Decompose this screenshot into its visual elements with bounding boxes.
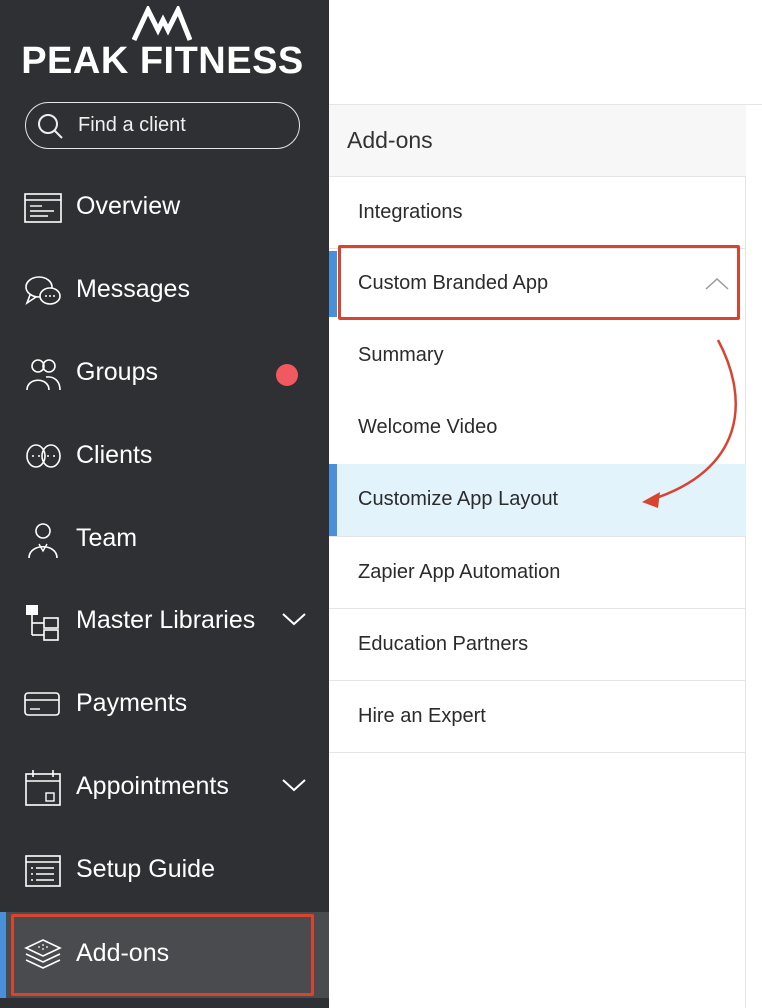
submenu-item-label: Hire an Expert — [358, 705, 486, 727]
payments-icon — [24, 692, 60, 716]
master-libraries-icon — [26, 605, 59, 641]
submenu-item-customize-app-layout[interactable]: Customize App Layout — [329, 464, 746, 537]
active-indicator — [329, 464, 337, 536]
submenu-item-label: Welcome Video — [358, 416, 498, 438]
sidebar-item-label: Payments — [76, 689, 188, 717]
app-root: PEAK FITNESS Find a client Overview Mess… — [0, 0, 762, 1008]
submenu-item-label: Integrations — [358, 201, 463, 223]
sidebar-item-label: Messages — [76, 275, 190, 303]
groups-icon — [26, 359, 61, 391]
sidebar-item-clients[interactable]: Clients — [0, 415, 329, 498]
messages-icon — [25, 276, 61, 306]
submenu-item-integrations[interactable]: Integrations — [329, 177, 746, 249]
active-indicator — [0, 912, 6, 998]
brand-name: PEAK FITNESS — [21, 40, 304, 82]
sidebar-item-label: Appointments — [76, 772, 229, 800]
overview-icon — [24, 193, 62, 223]
expanded-indicator — [329, 251, 337, 317]
sidebar-item-label: Setup Guide — [76, 855, 215, 883]
submenu-item-zapier-app-automation[interactable]: Zapier App Automation — [329, 537, 746, 609]
search-placeholder: Find a client — [78, 114, 186, 136]
clients-icon — [26, 444, 61, 468]
submenu-item-summary[interactable]: Summary — [329, 320, 746, 392]
annotation-highlight-box — [338, 245, 740, 320]
notification-badge — [276, 364, 298, 386]
sidebar-item-messages[interactable]: Messages — [0, 249, 329, 332]
team-icon — [28, 523, 58, 559]
sidebar-item-label: Clients — [76, 441, 153, 469]
sidebar-item-team[interactable]: Team — [0, 498, 329, 581]
search-icon — [38, 114, 63, 139]
submenu-item-education-partners[interactable]: Education Partners — [329, 609, 746, 681]
sidebar: PEAK FITNESS Find a client Overview Mess… — [0, 0, 329, 1008]
sidebar-item-setup-guide[interactable]: Setup Guide — [0, 829, 329, 912]
submenu-title-text: Add-ons — [347, 127, 433, 153]
sidebar-item-payments[interactable]: Payments — [0, 663, 329, 746]
submenu-item-label: Summary — [358, 344, 444, 366]
brand-logo[interactable]: PEAK FITNESS — [0, 0, 329, 90]
add-ons-submenu: Add-ons Integrations Custom Branded App … — [329, 105, 746, 1008]
sidebar-item-appointments[interactable]: Appointments — [0, 746, 329, 829]
setup-guide-icon — [25, 855, 61, 887]
sidebar-item-groups[interactable]: Groups — [0, 332, 329, 415]
submenu-item-label: Customize App Layout — [358, 488, 559, 510]
annotation-highlight-box — [11, 914, 314, 996]
submenu-item-hire-an-expert[interactable]: Hire an Expert — [329, 681, 746, 753]
submenu-title: Add-ons — [329, 105, 746, 177]
submenu-item-label: Education Partners — [358, 633, 529, 655]
sidebar-item-label: Groups — [76, 358, 158, 386]
chevron-down-icon[interactable] — [281, 611, 307, 627]
sidebar-item-label: Overview — [76, 192, 181, 220]
sidebar-item-label: Team — [76, 524, 138, 552]
appointments-icon — [25, 770, 61, 806]
submenu-item-welcome-video[interactable]: Welcome Video — [329, 392, 746, 464]
sidebar-item-label: Master Libraries — [76, 606, 256, 634]
sidebar-item-overview[interactable]: Overview — [0, 166, 329, 249]
mountain-logo-icon — [132, 6, 192, 42]
find-client-search[interactable]: Find a client — [25, 102, 300, 149]
sidebar-item-master-libraries[interactable]: Master Libraries — [0, 580, 329, 663]
chevron-down-icon[interactable] — [281, 777, 307, 793]
sidebar-item-add-ons[interactable]: Add-ons — [0, 912, 329, 998]
top-bar — [329, 0, 762, 105]
submenu-item-label: Zapier App Automation — [358, 561, 561, 583]
